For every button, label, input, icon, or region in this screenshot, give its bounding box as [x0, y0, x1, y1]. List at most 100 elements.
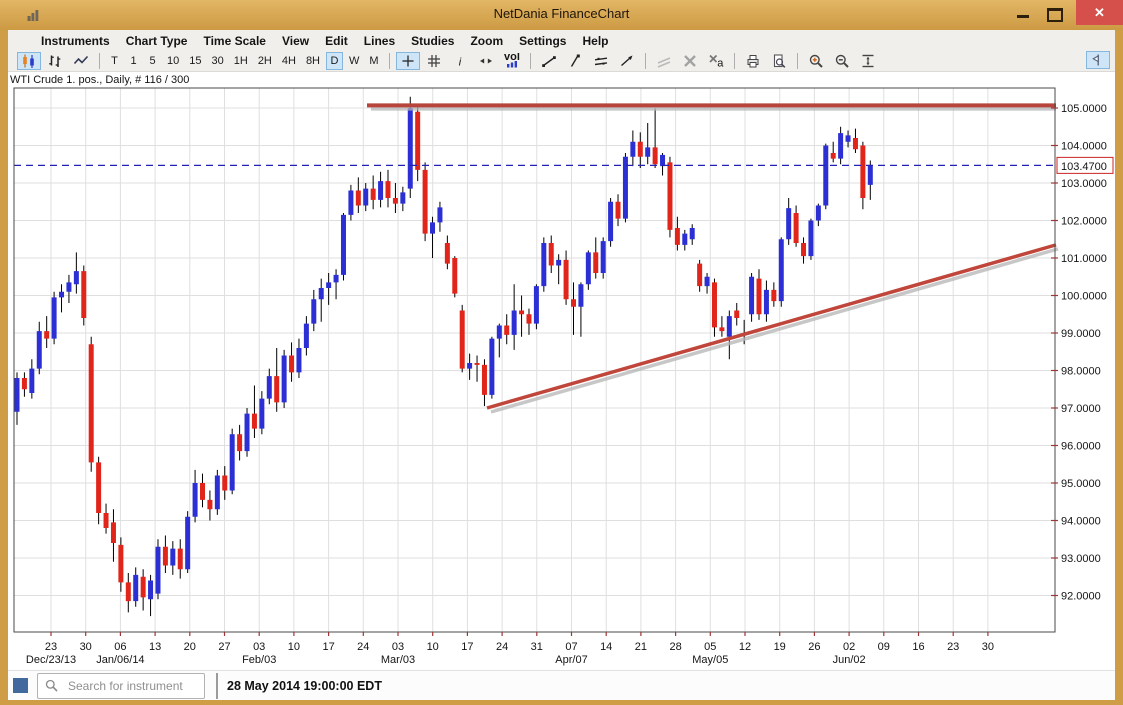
interval-button-1h[interactable]: 1H	[230, 52, 252, 70]
svg-text:31: 31	[531, 641, 543, 653]
interval-button-30[interactable]: 30	[208, 52, 228, 70]
svg-text:Jan/06/14: Jan/06/14	[96, 654, 144, 666]
interval-button-2h[interactable]: 2H	[254, 52, 276, 70]
status-bar: 28 May 2014 19:00:00 EDT	[8, 670, 1115, 700]
svg-text:06: 06	[114, 641, 126, 653]
crosshair-icon[interactable]	[396, 52, 420, 70]
print-preview-icon[interactable]	[767, 52, 791, 70]
svg-text:05: 05	[704, 641, 716, 653]
toolbar-separator	[530, 53, 531, 69]
candlestick-chart-icon[interactable]	[17, 52, 41, 70]
search-icon	[44, 678, 60, 694]
menu-item-zoom[interactable]: Zoom	[462, 34, 511, 48]
arrows-horizontal-icon[interactable]	[474, 52, 498, 70]
interval-button-1[interactable]: 1	[125, 52, 142, 70]
parallel-lines-icon[interactable]	[589, 52, 613, 70]
svg-text:23: 23	[947, 641, 959, 653]
svg-text:17: 17	[461, 641, 473, 653]
interval-button-8h[interactable]: 8H	[302, 52, 324, 70]
grid-icon[interactable]	[422, 52, 446, 70]
search-input[interactable]	[66, 678, 204, 694]
trend-line-vertical-icon[interactable]	[563, 52, 587, 70]
menu-item-instruments[interactable]: Instruments	[33, 34, 118, 48]
menu-item-time-scale[interactable]: Time Scale	[195, 34, 273, 48]
remove-all-lines-icon[interactable]: all	[704, 52, 728, 70]
ohlc-chart-icon[interactable]	[43, 52, 67, 70]
title-bar[interactable]: NetDania FinanceChart ✕	[0, 0, 1123, 30]
svg-text:13: 13	[149, 641, 161, 653]
print-icon[interactable]	[741, 52, 765, 70]
interval-button-m[interactable]: M	[365, 52, 382, 70]
svg-text:95.0000: 95.0000	[1061, 478, 1101, 490]
svg-text:102.0000: 102.0000	[1061, 216, 1107, 228]
zoom-out-icon[interactable]	[830, 52, 854, 70]
svg-text:104.0000: 104.0000	[1061, 141, 1107, 153]
svg-text:20: 20	[184, 641, 196, 653]
trend-line-icon[interactable]	[537, 52, 561, 70]
menu-item-help[interactable]: Help	[574, 34, 616, 48]
window-title: NetDania FinanceChart	[0, 6, 1123, 21]
svg-text:30: 30	[982, 641, 994, 653]
zoom-in-icon[interactable]	[804, 52, 828, 70]
menu-bar: InstrumentsChart TypeTime ScaleViewEditL…	[8, 30, 1115, 51]
svg-text:Apr/07: Apr/07	[555, 654, 587, 666]
interval-button-d[interactable]: D	[326, 52, 343, 70]
instrument-search-box[interactable]	[37, 673, 205, 699]
interval-button-w[interactable]: W	[345, 52, 363, 70]
remove-parallel-icon[interactable]	[652, 52, 676, 70]
close-button[interactable]: ✕	[1076, 0, 1123, 25]
svg-text:03: 03	[392, 641, 404, 653]
svg-text:21: 21	[635, 641, 647, 653]
menu-item-view[interactable]: View	[274, 34, 317, 48]
svg-text:02: 02	[843, 641, 855, 653]
svg-text:98.0000: 98.0000	[1061, 366, 1101, 378]
menu-item-settings[interactable]: Settings	[511, 34, 574, 48]
svg-text:99.0000: 99.0000	[1061, 328, 1101, 340]
volume-icon[interactable]: vol	[500, 52, 524, 70]
remove-line-icon[interactable]	[678, 52, 702, 70]
svg-text:Feb/03: Feb/03	[242, 654, 276, 666]
interval-button-4h[interactable]: 4H	[278, 52, 300, 70]
minimize-button[interactable]	[1017, 15, 1029, 18]
interval-button-t[interactable]: T	[106, 52, 123, 70]
svg-text:96.0000: 96.0000	[1061, 441, 1101, 453]
svg-text:27: 27	[218, 641, 230, 653]
svg-text:Dec/23/13: Dec/23/13	[26, 654, 76, 666]
line-chart-icon[interactable]	[69, 52, 93, 70]
svg-text:24: 24	[357, 641, 369, 653]
pushpin-icon[interactable]	[1086, 51, 1110, 69]
interval-button-5[interactable]: 5	[144, 52, 161, 70]
svg-text:09: 09	[878, 641, 890, 653]
menu-item-studies[interactable]: Studies	[403, 34, 462, 48]
interval-button-10[interactable]: 10	[163, 52, 183, 70]
menu-item-lines[interactable]: Lines	[356, 34, 403, 48]
toolbar-separator	[734, 53, 735, 69]
svg-text:10: 10	[427, 641, 439, 653]
interval-button-15[interactable]: 15	[185, 52, 205, 70]
maximize-button[interactable]	[1047, 8, 1063, 22]
app-window: NetDania FinanceChart ✕ InstrumentsChart…	[0, 0, 1123, 705]
price-chart[interactable]: 105.0000104.0000103.0000102.0000101.0000…	[0, 0, 1123, 705]
svg-text:14: 14	[600, 641, 612, 653]
svg-text:vol: vol	[504, 53, 520, 63]
svg-text:94.0000: 94.0000	[1061, 516, 1101, 528]
connection-status-icon	[13, 678, 28, 693]
arrow-draw-icon[interactable]	[615, 52, 639, 70]
menu-item-edit[interactable]: Edit	[317, 34, 356, 48]
svg-text:all: all	[717, 58, 724, 70]
price-axis-label: 103.4700	[1057, 157, 1113, 173]
svg-text:24: 24	[496, 641, 508, 653]
svg-text:07: 07	[565, 641, 577, 653]
info-icon[interactable]: i	[448, 52, 472, 70]
svg-text:100.0000: 100.0000	[1061, 291, 1107, 303]
svg-text:28: 28	[669, 641, 681, 653]
toolbar-separator	[99, 53, 100, 69]
svg-text:92.0000: 92.0000	[1061, 591, 1101, 603]
svg-text:97.0000: 97.0000	[1061, 403, 1101, 415]
svg-text:26: 26	[808, 641, 820, 653]
svg-text:23: 23	[45, 641, 57, 653]
menu-item-chart-type[interactable]: Chart Type	[118, 34, 196, 48]
chart-instrument-label: WTI Crude 1. pos., Daily, # 116 / 300	[10, 74, 189, 86]
fit-vertical-icon[interactable]	[856, 52, 880, 70]
svg-text:12: 12	[739, 641, 751, 653]
